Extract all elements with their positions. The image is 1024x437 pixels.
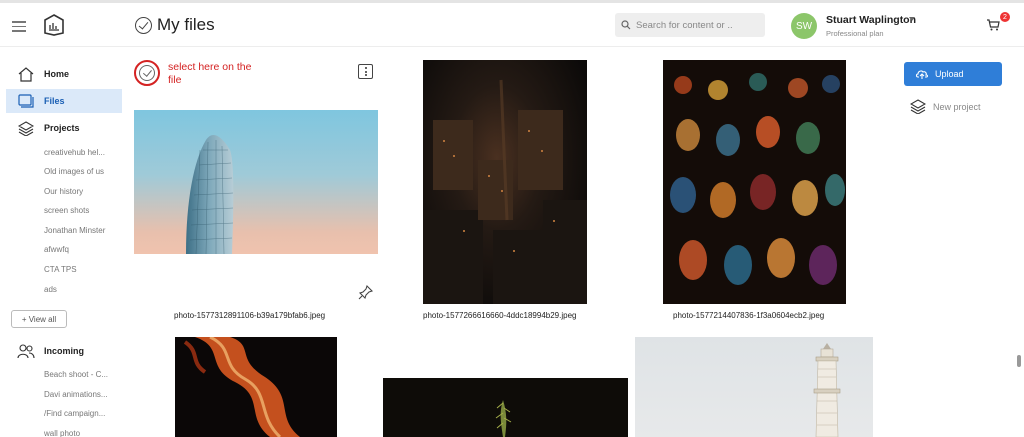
file-thumbnail[interactable]	[383, 378, 628, 437]
menu-icon[interactable]	[12, 21, 26, 32]
home-icon	[16, 66, 36, 82]
pin-icon[interactable]	[358, 284, 374, 300]
new-project-label: New project	[933, 101, 981, 112]
annotation-note: select here on the file	[168, 61, 252, 86]
cloud-upload-icon	[915, 70, 929, 79]
file-thumbnail[interactable]	[635, 337, 873, 437]
view-all-button[interactable]: + View all	[11, 310, 67, 328]
search-icon	[621, 20, 631, 30]
check-icon	[139, 65, 155, 81]
incoming-link[interactable]: Davi animations...	[44, 390, 108, 399]
avatar[interactable]: SW	[791, 13, 817, 39]
file-name[interactable]: photo-1577214407836-1f3a0604ecb2.jpeg	[673, 311, 824, 320]
sidebar-item-projects[interactable]: Projects	[6, 116, 122, 140]
layers-icon	[16, 120, 36, 136]
incoming-link[interactable]: Beach shoot - C...	[44, 370, 108, 379]
incoming-link[interactable]: /Find campaign...	[44, 409, 105, 418]
new-project-button[interactable]: New project	[910, 99, 981, 114]
user-name[interactable]: Stuart Waplington	[826, 14, 916, 26]
files-icon	[16, 93, 36, 109]
project-link[interactable]: creativehub hel...	[44, 148, 105, 157]
users-icon	[16, 343, 36, 359]
project-link[interactable]: screen shots	[44, 206, 89, 215]
sidebar-item-label: Home	[44, 69, 70, 79]
sidebar-item-label: Incoming	[44, 346, 84, 356]
cart-icon[interactable]	[986, 18, 1000, 32]
file-thumbnail[interactable]	[423, 60, 587, 304]
sidebar-item-home[interactable]: Home	[6, 62, 122, 86]
file-name[interactable]: photo-1577266616660-4ddc18994b29.jpeg	[423, 311, 576, 320]
upload-button[interactable]: Upload	[904, 62, 1002, 86]
incoming-link[interactable]: wall photo	[44, 429, 80, 437]
sidebar-item-incoming[interactable]: Incoming	[6, 339, 122, 363]
project-link[interactable]: afwwfq	[44, 245, 69, 254]
title-check-icon	[135, 16, 152, 34]
project-link[interactable]: Jonathan Minster	[44, 226, 105, 235]
sidebar: Home Files Projects creativehub hel... O…	[0, 48, 128, 437]
cart-badge: 2	[1000, 12, 1010, 22]
sidebar-item-files[interactable]: Files	[6, 89, 122, 113]
project-link[interactable]: Our history	[44, 187, 83, 196]
scrollbar-thumb[interactable]	[1017, 355, 1021, 367]
layers-icon	[910, 99, 926, 114]
file-thumbnail[interactable]	[175, 337, 337, 437]
sidebar-item-label: Files	[44, 96, 65, 106]
chevron-down-icon[interactable]	[909, 17, 915, 21]
project-link[interactable]: Old images of us	[44, 167, 104, 176]
project-link[interactable]: ads	[44, 285, 57, 294]
more-options-icon[interactable]	[358, 64, 373, 79]
file-select-checkbox[interactable]	[134, 60, 160, 86]
upload-label: Upload	[935, 69, 964, 79]
file-thumbnail[interactable]	[663, 60, 846, 304]
user-plan: Professional plan	[826, 29, 884, 38]
file-name[interactable]: photo-1577312891106-b39a179bfab6.jpeg	[174, 311, 325, 320]
page-title: My files	[157, 15, 215, 34]
search-input[interactable]	[636, 19, 751, 31]
sidebar-item-label: Projects	[44, 123, 80, 133]
project-link[interactable]: CTA TPS	[44, 265, 77, 274]
search-box[interactable]	[615, 13, 765, 37]
top-bar: My files SW Stuart Waplington Profession…	[0, 3, 1024, 47]
app-logo-icon[interactable]	[43, 13, 65, 42]
file-thumbnail[interactable]	[134, 110, 378, 254]
